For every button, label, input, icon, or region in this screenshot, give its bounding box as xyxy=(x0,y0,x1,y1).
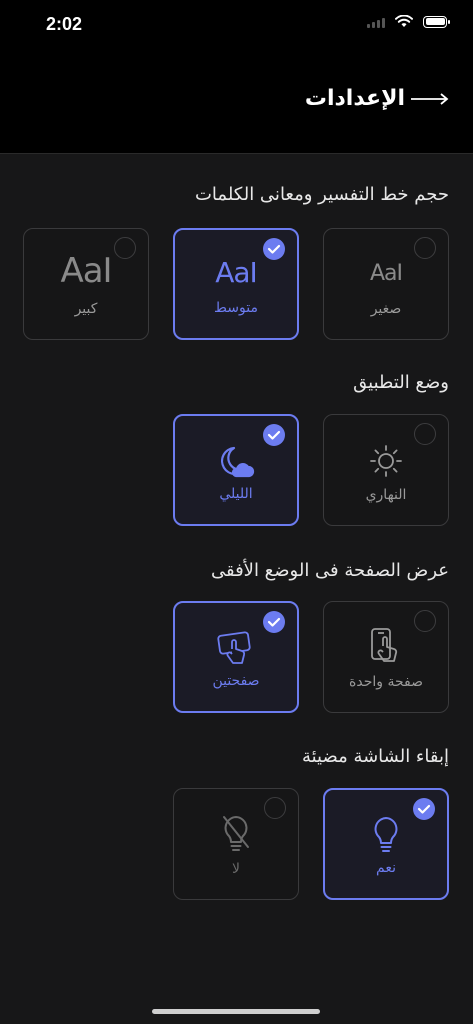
font-medium-glyph: Aa xyxy=(215,256,250,289)
section-title-landscape: عرض الصفحة فى الوضع الأفقى xyxy=(210,560,449,581)
radio-indicator xyxy=(414,237,436,259)
moon-cloud-icon xyxy=(221,446,255,478)
section-title-app-mode: وضع التطبيق xyxy=(353,372,449,393)
mode-day-label: النهاري xyxy=(365,487,407,503)
landscape-two-pages-option[interactable]: صفحتين xyxy=(173,601,299,713)
home-indicator[interactable] xyxy=(152,1009,320,1014)
status-time: 2:02 xyxy=(46,14,83,34)
phone-tap-icon xyxy=(371,628,398,662)
sun-icon xyxy=(370,445,402,477)
font-size-medium-option[interactable]: Aa I متوسط xyxy=(173,228,299,340)
page-title: الإعدادات xyxy=(304,86,405,111)
cellular-signal-icon xyxy=(367,16,385,28)
lightbulb-icon xyxy=(374,817,398,852)
section-title-keep-awake: إبقاء الشاشة مضيئة xyxy=(301,746,449,767)
status-icons xyxy=(367,15,450,28)
mode-night-label: الليلي xyxy=(219,486,253,502)
mode-night-option[interactable]: الليلي xyxy=(173,414,299,526)
font-size-small-label: صغير xyxy=(370,301,402,317)
landscape-phone-tap-icon xyxy=(217,631,251,664)
wifi-icon xyxy=(395,15,413,27)
battery-icon xyxy=(423,15,450,28)
font-size-medium-label: متوسط xyxy=(214,300,258,316)
keep-awake-no-option[interactable]: لا xyxy=(173,788,299,900)
navigation-bar: 2:02 الإعدادات xyxy=(0,0,473,154)
font-size-small-option[interactable]: Aa I صغير xyxy=(323,228,449,340)
lightbulb-off-icon xyxy=(223,816,249,851)
font-small-glyph: Aa xyxy=(369,261,398,286)
font-size-large-option[interactable]: Aa I كبير xyxy=(23,228,149,340)
mode-day-option[interactable]: النهاري xyxy=(323,414,449,526)
section-title-font-size: حجم خط التفسير ومعانى الكلمات xyxy=(194,184,449,205)
landscape-single-page-option[interactable]: صفحة واحدة xyxy=(323,601,449,713)
landscape-two-pages-label: صفحتين xyxy=(212,673,260,689)
back-arrow-icon[interactable] xyxy=(409,92,449,106)
landscape-single-page-label: صفحة واحدة xyxy=(349,674,423,690)
keep-awake-yes-option[interactable]: نعم xyxy=(323,788,449,900)
radio-indicator xyxy=(414,423,436,445)
font-size-large-label: كبير xyxy=(74,301,98,317)
keep-awake-no-label: لا xyxy=(232,861,240,877)
page-header: الإعدادات xyxy=(305,86,449,111)
keep-awake-yes-label: نعم xyxy=(376,860,396,876)
font-large-glyph: Aa xyxy=(60,251,103,291)
